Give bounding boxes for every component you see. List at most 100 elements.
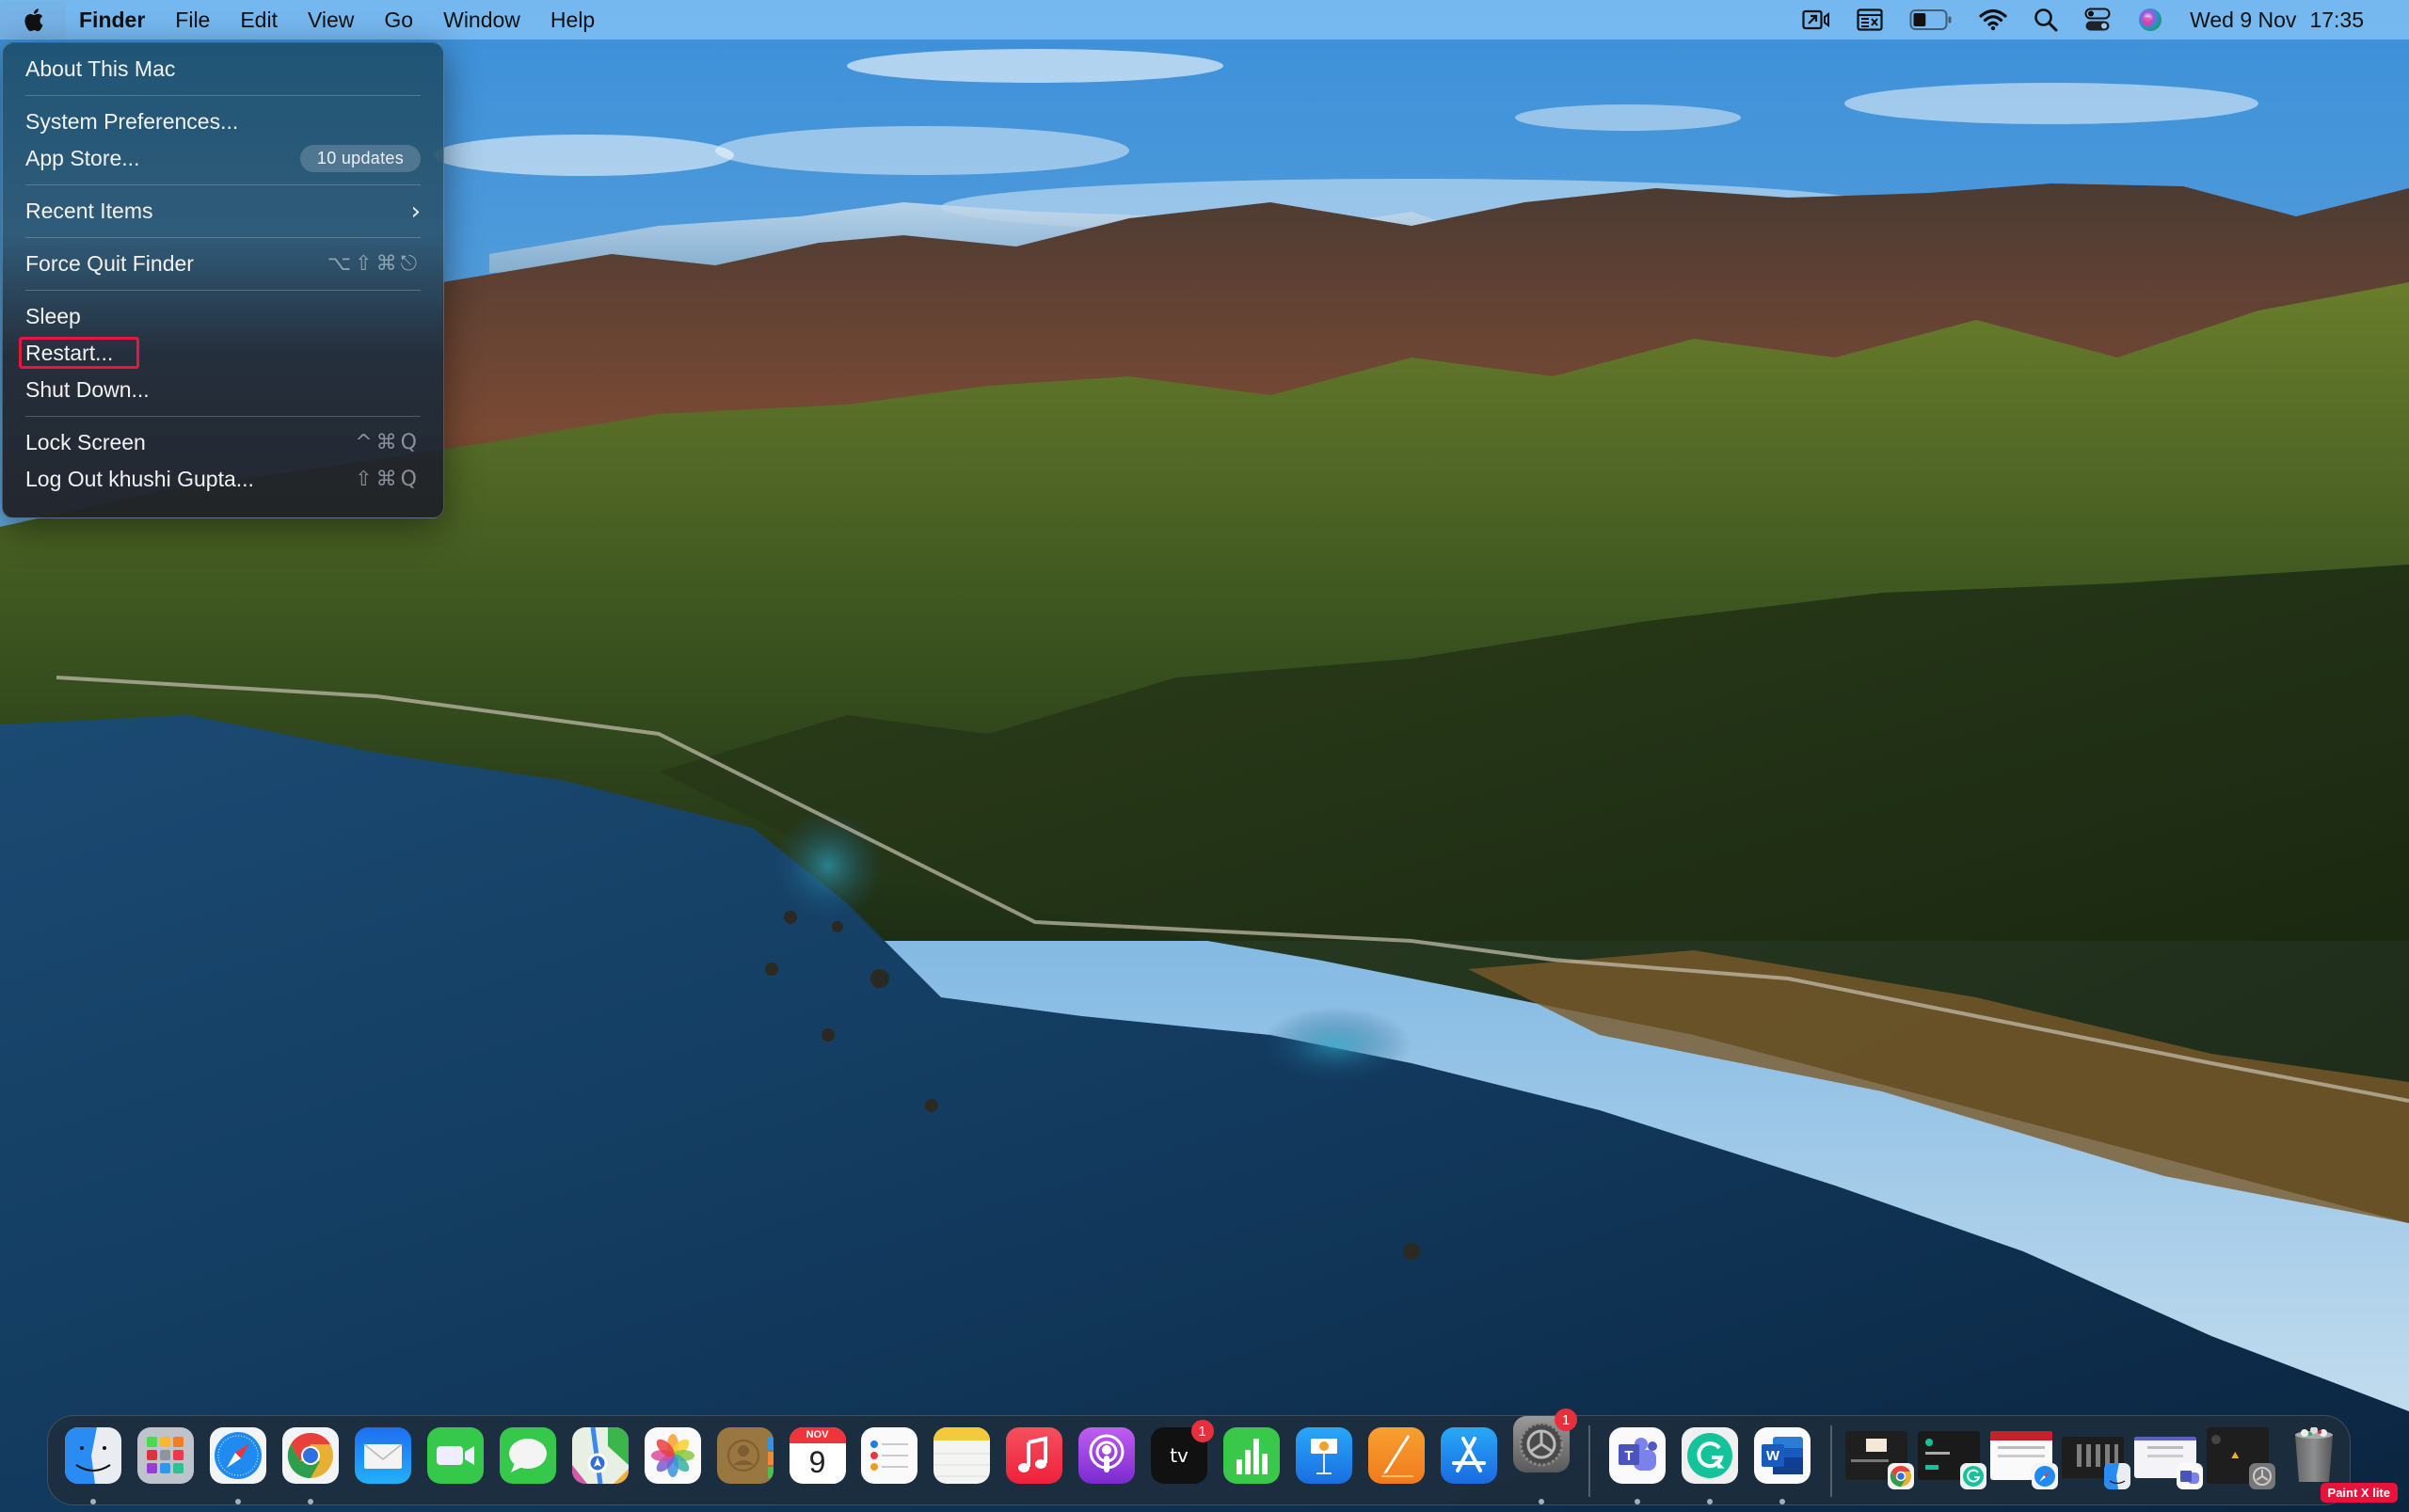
- dock-calendar[interactable]: NOV 9: [781, 1416, 854, 1506]
- photos-icon: [644, 1427, 701, 1484]
- calendar-day: 9: [808, 1445, 826, 1479]
- menu-separator: [25, 290, 421, 291]
- dock-system-preferences[interactable]: 1: [1505, 1409, 1578, 1506]
- battery-status[interactable]: [1896, 0, 1966, 40]
- running-indicator: [1635, 1499, 1641, 1504]
- wifi-status[interactable]: [1966, 0, 2020, 40]
- dock-safari[interactable]: [202, 1416, 275, 1506]
- menu-item-label: Log Out khushi Gupta...: [25, 467, 254, 491]
- keyboard-shortcut: ^⌘Q: [355, 431, 421, 454]
- safari-icon: [210, 1427, 267, 1484]
- menu-view[interactable]: View: [293, 0, 369, 40]
- teams-letter: T: [1625, 1448, 1634, 1464]
- menu-item-force-quit[interactable]: Force Quit Finder ⌥⇧⌘⎋: [3, 246, 443, 282]
- spotlight-search-icon: [2034, 8, 2058, 32]
- menu-item-label: Sleep: [25, 304, 81, 328]
- menu-item-log-out[interactable]: Log Out khushi Gupta... ⇧⌘Q: [3, 461, 443, 498]
- menu-item-shut-down[interactable]: Shut Down...: [3, 372, 443, 408]
- menu-item-about-this-mac[interactable]: About This Mac: [3, 51, 443, 88]
- menu-item-restart[interactable]: Restart...: [3, 335, 443, 372]
- dock-notes[interactable]: [926, 1416, 998, 1506]
- dock-contacts[interactable]: [709, 1416, 781, 1506]
- running-indicator: [308, 1499, 314, 1504]
- menu-item-label: Force Quit Finder: [25, 251, 194, 276]
- minimized-window-safari[interactable]: [1988, 1416, 2061, 1506]
- menu-help[interactable]: Help: [535, 0, 610, 40]
- minimized-window-finder[interactable]: [2060, 1416, 2132, 1506]
- dock-reminders[interactable]: [854, 1416, 926, 1506]
- battery-icon: [1909, 9, 1952, 30]
- system-preferences-badge-icon: [2249, 1463, 2276, 1489]
- teams-icon: T: [1609, 1427, 1667, 1484]
- word-icon: W: [1754, 1427, 1811, 1484]
- launchpad-icon: [137, 1427, 195, 1484]
- teams-badge-icon: [2177, 1463, 2204, 1489]
- screen-mirroring-icon: [1802, 9, 1830, 30]
- dock-podcasts[interactable]: [1071, 1416, 1143, 1506]
- keyboard-shortcut: ⌥⇧⌘⎋: [327, 252, 421, 276]
- safari-badge-icon: [2032, 1463, 2059, 1489]
- dock-apple-tv[interactable]: tv 1: [1143, 1416, 1216, 1506]
- minimized-window-grammarly[interactable]: [1916, 1416, 1988, 1506]
- dock-maps[interactable]: [564, 1416, 636, 1506]
- running-indicator: [235, 1499, 242, 1504]
- dock-facetime[interactable]: [420, 1416, 492, 1506]
- minimized-window-system-preferences[interactable]: [2205, 1416, 2277, 1506]
- minimized-window-chrome[interactable]: [1843, 1416, 1916, 1506]
- facetime-icon: [426, 1427, 484, 1484]
- keynote-icon: [1295, 1427, 1352, 1484]
- menu-separator: [25, 237, 421, 238]
- clock-time: 17:35: [2309, 7, 2364, 32]
- menu-window[interactable]: Window: [428, 0, 535, 40]
- menu-item-label: App Store...: [25, 146, 140, 170]
- menu-item-sleep[interactable]: Sleep: [3, 298, 443, 335]
- dock-app-store[interactable]: [1432, 1416, 1505, 1506]
- dock: NOV 9 tv 1 1 T W: [47, 1409, 2351, 1506]
- menu-go[interactable]: Go: [369, 0, 428, 40]
- keyboard-shortcut: ⇧⌘Q: [355, 468, 421, 491]
- menu-item-app-store[interactable]: App Store... 10 updates: [3, 140, 443, 177]
- dock-finder[interactable]: [57, 1416, 130, 1506]
- dock-mail[interactable]: [347, 1416, 420, 1506]
- dock-keynote[interactable]: [1287, 1416, 1360, 1506]
- spotlight-button[interactable]: [2020, 0, 2071, 40]
- dock-microsoft-word[interactable]: W: [1747, 1416, 1819, 1506]
- app-store-icon: [1440, 1427, 1497, 1484]
- dock-chrome[interactable]: [275, 1416, 347, 1506]
- menu-item-label: Restart...: [25, 341, 114, 365]
- apple-menu-button[interactable]: [0, 1, 66, 39]
- dock-numbers[interactable]: [1216, 1416, 1288, 1506]
- control-center-icon: [2084, 8, 2111, 31]
- dock-messages[interactable]: [491, 1416, 564, 1506]
- dock-pages[interactable]: [1360, 1416, 1432, 1506]
- menu-app-finder[interactable]: Finder: [66, 0, 160, 40]
- calendar-icon: NOV 9: [789, 1427, 846, 1484]
- menu-item-recent-items[interactable]: Recent Items ›: [3, 193, 443, 230]
- clock-date: Wed 9 Nov: [2190, 7, 2297, 32]
- pages-icon: [1367, 1427, 1425, 1484]
- control-center-button[interactable]: [2071, 0, 2124, 40]
- input-source-icon: [1857, 8, 1883, 31]
- notes-icon: [933, 1427, 991, 1484]
- input-source-button[interactable]: [1843, 0, 1896, 40]
- menu-item-system-preferences[interactable]: System Preferences...: [3, 103, 443, 140]
- minimized-window-teams[interactable]: [2132, 1416, 2205, 1506]
- running-indicator: [90, 1499, 97, 1504]
- menu-file[interactable]: File: [160, 0, 225, 40]
- siri-button[interactable]: [2124, 0, 2177, 40]
- dock-music[interactable]: [998, 1416, 1071, 1506]
- dock-grammarly[interactable]: [1674, 1416, 1747, 1506]
- menu-bar-clock[interactable]: Wed 9 Nov 17:35: [2177, 0, 2377, 40]
- finder-badge-icon: [2104, 1463, 2131, 1489]
- dock-microsoft-teams[interactable]: T: [1602, 1416, 1674, 1506]
- dock-photos[interactable]: [636, 1416, 709, 1506]
- menu-bar-left: Finder File Edit View Go Window Help: [0, 0, 610, 40]
- menu-item-lock-screen[interactable]: Lock Screen ^⌘Q: [3, 424, 443, 461]
- menu-edit[interactable]: Edit: [225, 0, 293, 40]
- menu-item-label: Lock Screen: [25, 430, 146, 454]
- screen-mirroring-button[interactable]: [1789, 0, 1843, 40]
- chrome-badge-icon: [1887, 1463, 1914, 1489]
- notification-badge: 1: [1555, 1409, 1578, 1431]
- dock-launchpad[interactable]: [130, 1416, 202, 1506]
- running-indicator: [1707, 1499, 1714, 1504]
